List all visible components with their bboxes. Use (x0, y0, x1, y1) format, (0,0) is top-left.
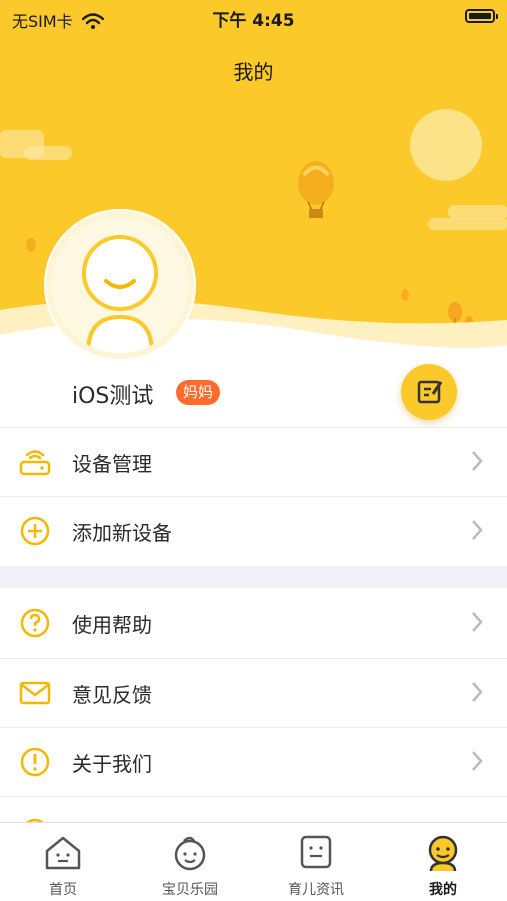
help-circle-icon (20, 608, 50, 638)
baby-icon (174, 836, 206, 871)
chevron-right-icon (472, 751, 483, 771)
avatar-face-icon (52, 217, 188, 353)
chevron-right-icon (472, 451, 483, 471)
menu-item-label: 关于我们 (72, 752, 152, 776)
status-time: 下午 4:45 (212, 11, 295, 31)
info-circle-icon (20, 747, 50, 777)
chevron-right-icon (472, 520, 483, 540)
home-icon (45, 836, 81, 870)
tab-baby-park[interactable]: 宝贝乐园 (127, 823, 253, 901)
menu-item-label: 使用帮助 (72, 613, 152, 637)
menu-item-about[interactable]: 关于我们 (0, 728, 507, 796)
tab-mine[interactable]: 我的 (380, 823, 506, 901)
router-icon (19, 450, 51, 476)
chevron-right-icon (472, 612, 483, 632)
menu-item-device-management[interactable]: 设备管理 (0, 428, 507, 496)
edit-profile-button[interactable] (401, 364, 457, 420)
battery-icon (465, 9, 498, 23)
menu-item-label: 意见反馈 (72, 683, 152, 707)
news-icon (300, 835, 332, 869)
tab-label: 宝贝乐园 (162, 882, 218, 898)
plus-circle-icon (20, 516, 50, 546)
page-title: 我的 (233, 60, 274, 84)
menu-item-feedback[interactable]: 意见反馈 (0, 659, 507, 727)
avatar[interactable] (44, 209, 196, 361)
edit-icon (417, 380, 443, 404)
tab-label: 我的 (429, 882, 457, 898)
role-badge: 妈妈 (176, 380, 221, 405)
tab-bar: 首页 宝贝乐园 育儿资讯 我的 (0, 822, 507, 901)
menu-item-label: 设备管理 (72, 452, 152, 476)
menu-item-label: 添加新设备 (72, 521, 172, 545)
chevron-right-icon (472, 682, 483, 702)
mail-icon (19, 681, 51, 705)
menu-item-add-device[interactable]: 添加新设备 (0, 497, 507, 565)
status-bar: 无SIM卡 下午 4:45 (0, 0, 507, 34)
menu-item-help[interactable]: 使用帮助 (0, 589, 507, 657)
section-separator (0, 566, 507, 588)
tab-label: 首页 (49, 882, 77, 898)
menu-item-partial[interactable] (0, 797, 507, 823)
tab-label: 育儿资讯 (288, 882, 344, 898)
profile-name: iOS测试 (72, 384, 154, 409)
tab-home[interactable]: 首页 (0, 823, 126, 901)
profile-icon (428, 835, 458, 872)
tab-parenting-news[interactable]: 育儿资讯 (253, 823, 379, 901)
